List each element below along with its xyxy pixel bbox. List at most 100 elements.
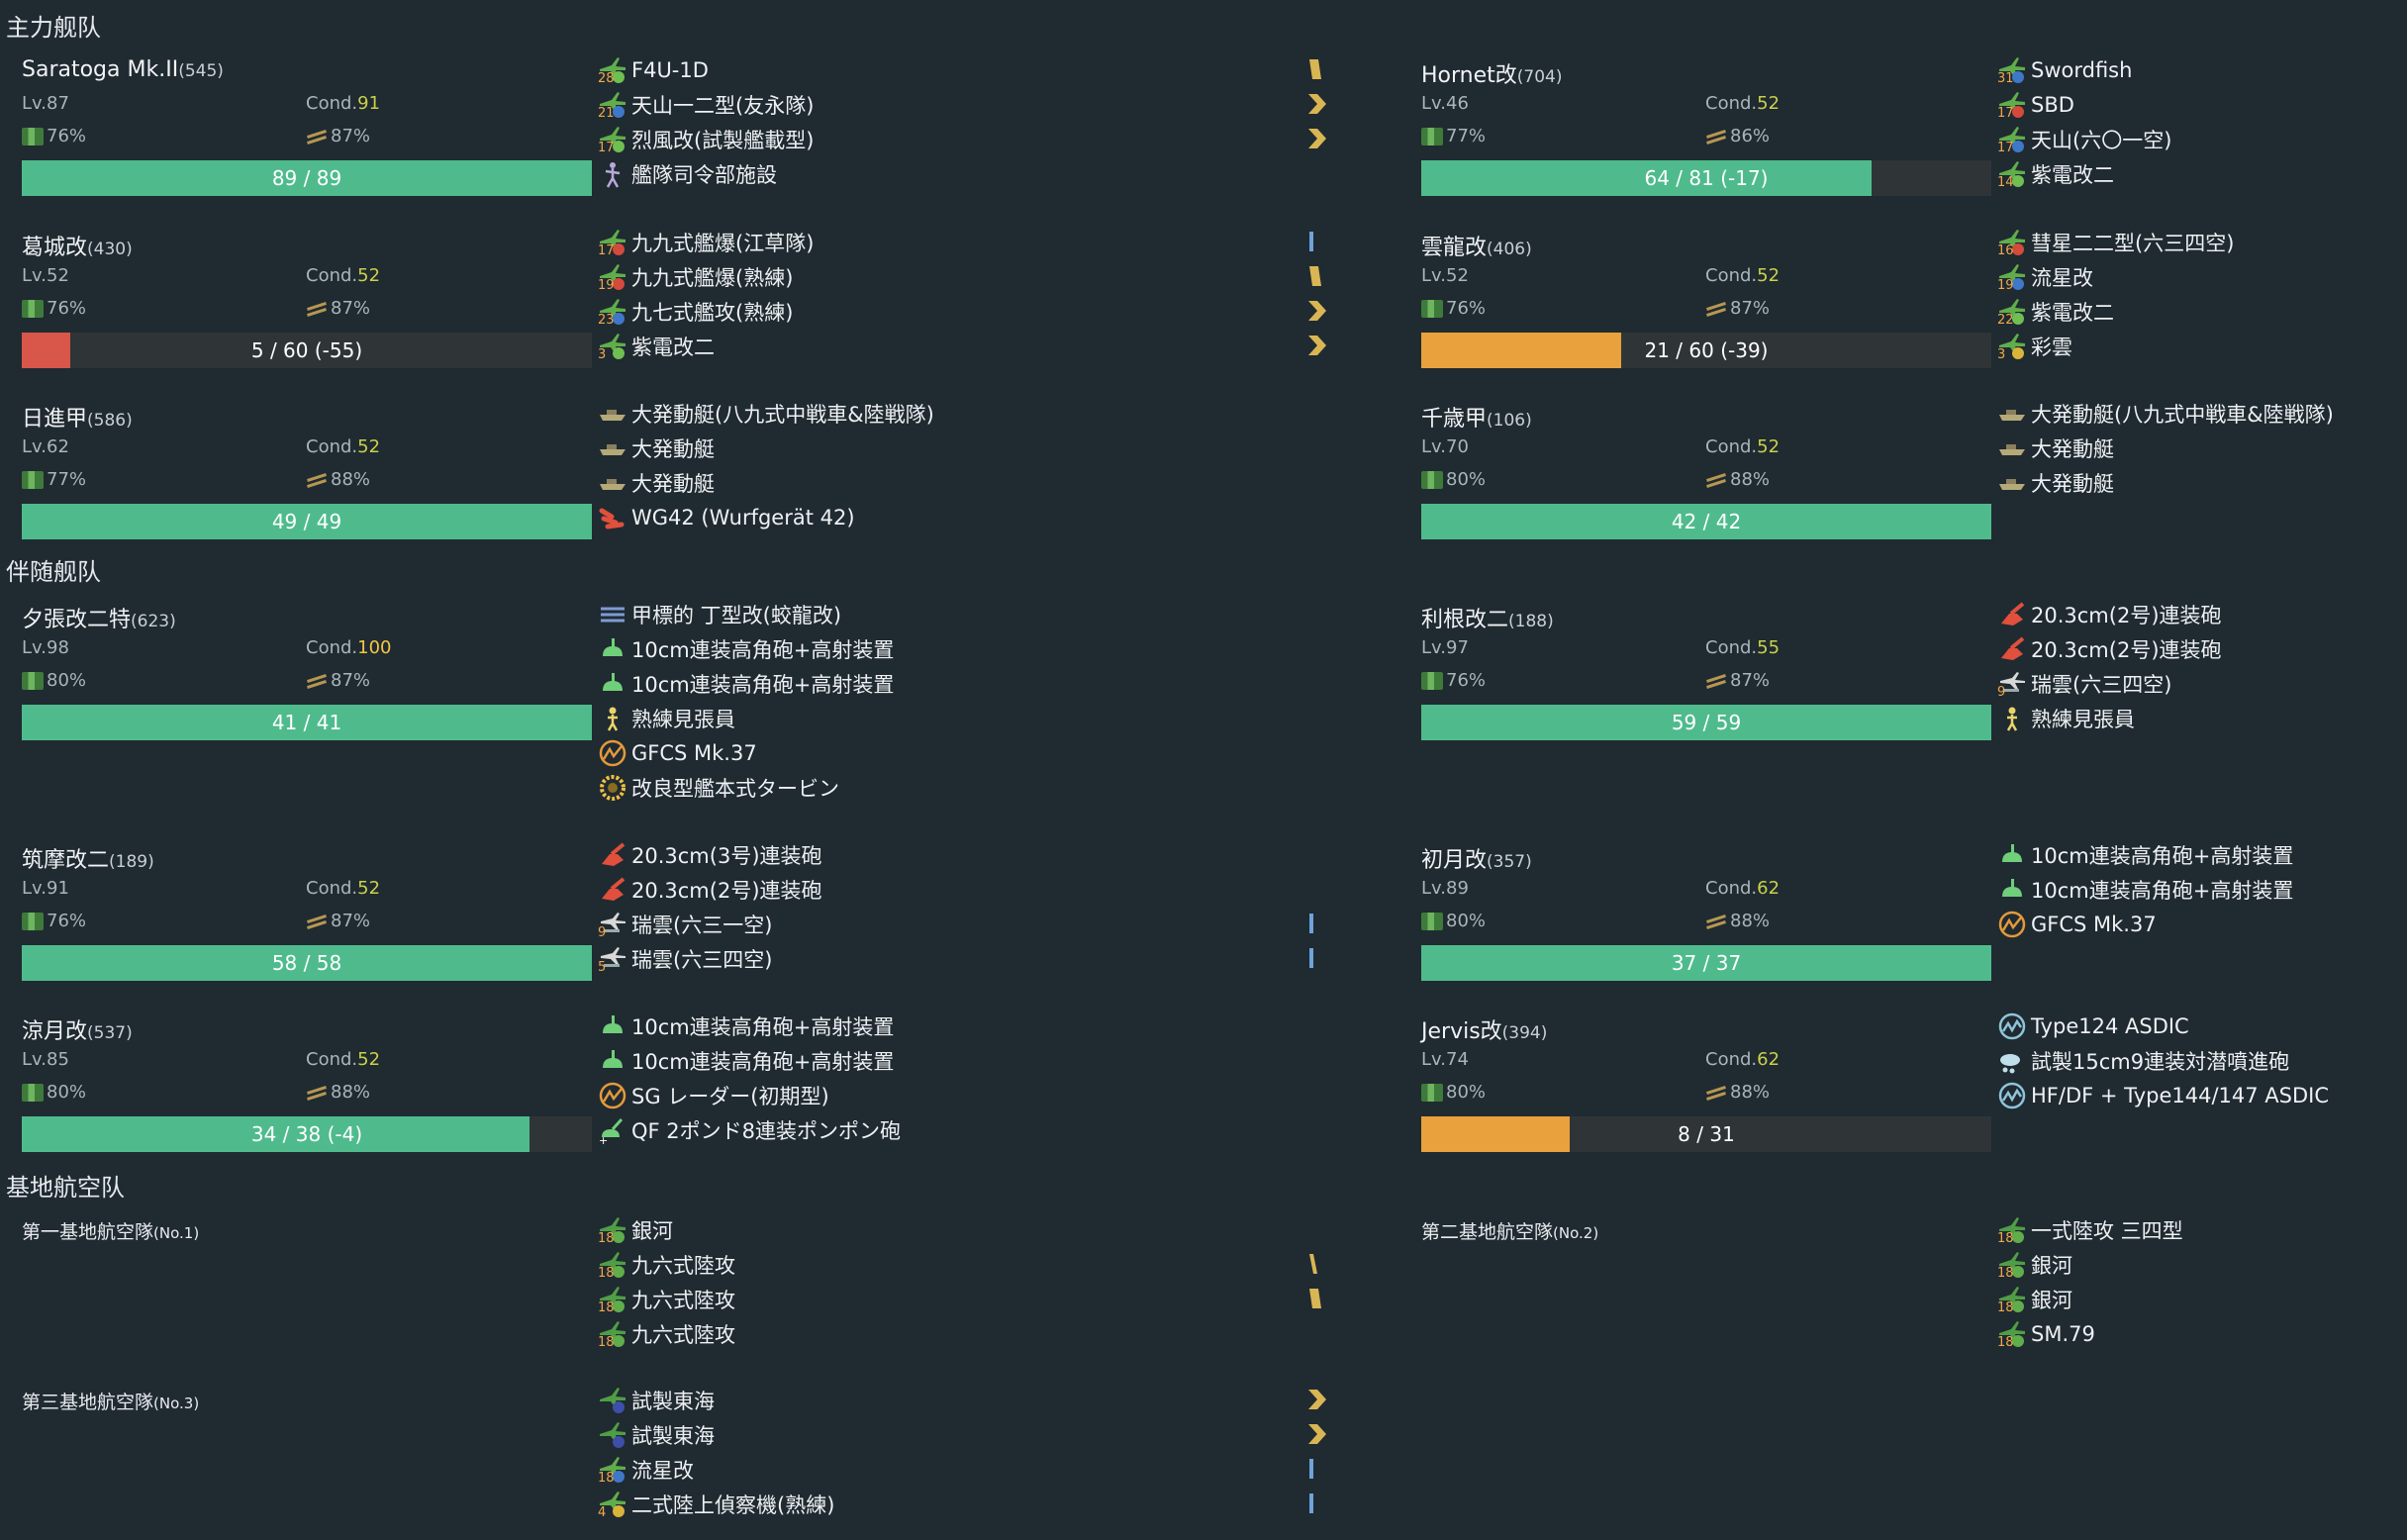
equip-name: 10cm連装高角砲+高射装置 (631, 1050, 895, 1074)
equip-slot[interactable]: GFCS Mk.37 (1997, 908, 2157, 941)
ship-name[interactable]: 夕張改二特(623) (22, 602, 176, 633)
fuel-icon (1421, 127, 1443, 145)
equip-slot[interactable]: 21 天山一二型(友永隊) (598, 88, 814, 122)
land-bomber-icon: 18 (598, 1250, 627, 1280)
ammo-icon (1705, 300, 1727, 318)
equip-name: 10cm連装高角砲+高射装置 (2031, 844, 2294, 868)
equip-slot[interactable]: 18 九六式陸攻 (598, 1248, 735, 1282)
equip-slot[interactable]: 18 一式陸攻 三四型 (1997, 1213, 2183, 1247)
equip-slot[interactable]: 艦隊司令部施設 (598, 157, 777, 191)
equip-slot[interactable]: 改良型艦本式タービン (598, 771, 839, 805)
equip-slot[interactable]: 大発動艇 (598, 466, 715, 500)
ship-name[interactable]: Saratoga Mk.II(545) (22, 57, 224, 82)
equip-slot[interactable]: WG42 (Wurfgerät 42) (598, 501, 855, 534)
base-air-corps-name[interactable]: 第三基地航空隊(No.3) (22, 1388, 199, 1414)
aircraft-count: 28 (598, 71, 615, 86)
ammo-status: 87% (306, 911, 370, 931)
ship-name[interactable]: 利根改二(188) (1421, 602, 1554, 633)
aircraft-count: 23 (598, 313, 615, 328)
equip-slot[interactable]: 4 二式陸上偵察機(熟練) (598, 1488, 834, 1521)
equip-slot[interactable]: 14 紫電改二 (1997, 157, 2114, 191)
equip-slot[interactable]: 17 SBD (1997, 88, 2074, 122)
equip-name: WG42 (Wurfgerät 42) (631, 506, 855, 529)
base-air-corps-name[interactable]: 第二基地航空隊(No.2) (1421, 1217, 1598, 1244)
equip-slot[interactable]: 10cm連装高角砲+高射装置 (1997, 873, 2293, 907)
ammo-icon (306, 128, 328, 145)
equip-slot[interactable]: SG レーダー(初期型) (598, 1079, 829, 1112)
equip-name: 10cm連装高角砲+高射装置 (2031, 879, 2294, 903)
equip-slot[interactable]: 試製東海 (598, 1384, 715, 1417)
equip-slot[interactable]: HF/DF + Type144/147 ASDIC (1997, 1079, 2329, 1112)
aircraft-count: 19 (598, 278, 615, 293)
equip-slot[interactable]: 22 紫電改二 (1997, 295, 2114, 329)
equip-slot[interactable]: + QF 2ポンド8連装ポンポン砲 (598, 1113, 901, 1147)
equip-slot[interactable]: 甲標的 丁型改(蛟龍改) (598, 598, 841, 631)
equip-slot[interactable]: 大発動艇 (1997, 466, 2114, 500)
equip-slot[interactable]: 20.3cm(2号)連装砲 (1997, 598, 2222, 631)
equip-slot[interactable]: 3 紫電改二 (598, 330, 715, 363)
ship-name[interactable]: 雲龍改(406) (1421, 230, 1532, 261)
equip-slot[interactable]: 18 銀河 (1997, 1248, 2072, 1282)
equip-slot[interactable]: 18 銀河 (1997, 1283, 2072, 1316)
equip-slot[interactable]: 10cm連装高角砲+高射装置 (598, 632, 894, 666)
equip-slot[interactable]: 熟練見張員 (1997, 702, 2135, 735)
equip-slot[interactable]: 10cm連装高角砲+高射装置 (598, 1044, 894, 1078)
equip-slot[interactable]: Type124 ASDIC (1997, 1010, 2189, 1043)
ship-id: (430) (87, 240, 133, 259)
fuel-icon (22, 1083, 44, 1102)
equip-slot[interactable]: 10cm連装高角砲+高射装置 (1997, 838, 2293, 872)
equip-slot[interactable]: 28 F4U-1D (598, 53, 709, 87)
ship-name[interactable]: Hornet改(704) (1421, 57, 1563, 89)
equip-slot[interactable]: 23 九七式艦攻(熟練) (598, 295, 793, 329)
equip-slot[interactable]: 試製15cm9連装対潜噴進砲 (1997, 1044, 2289, 1078)
equip-slot[interactable]: 18 流星改 (598, 1453, 694, 1487)
equip-slot[interactable]: 18 九六式陸攻 (598, 1283, 735, 1316)
ship-name[interactable]: 葛城改(430) (22, 230, 133, 261)
fuel-status: 80% (1421, 1082, 1486, 1103)
equip-slot[interactable]: 大発動艇 (1997, 432, 2114, 465)
ship-name[interactable]: 筑摩改二(189) (22, 842, 154, 874)
equip-slot[interactable]: 17 天山(六〇一空) (1997, 123, 2171, 156)
equip-slot[interactable]: GFCS Mk.37 (598, 736, 757, 770)
equip-slot[interactable]: 31 Swordfish (1997, 53, 2132, 87)
equip-slot[interactable]: 試製東海 (598, 1418, 715, 1452)
equip-slot[interactable]: 3 彩雲 (1997, 330, 2072, 363)
hp-text: 42 / 42 (1671, 510, 1742, 533)
ship-name[interactable]: 日進甲(586) (22, 401, 133, 433)
aircraft-count: 18 (598, 1231, 615, 1246)
equip-slot[interactable]: 熟練見張員 (598, 702, 735, 735)
equip-slot[interactable]: 17 九九式艦爆(江草隊) (598, 226, 814, 259)
equip-slot[interactable]: 大発動艇(八九式中戦車&陸戦隊) (598, 397, 934, 431)
equip-slot[interactable]: 20.3cm(3号)連装砲 (598, 838, 822, 872)
ship-name[interactable]: 千歳甲(106) (1421, 401, 1532, 433)
ship-name[interactable]: 涼月改(537) (22, 1013, 133, 1045)
cond-value: 52 (357, 436, 381, 457)
base-air-corps-name[interactable]: 第一基地航空隊(No.1) (22, 1217, 199, 1244)
equip-slot[interactable]: 16 彗星二二型(六三四空) (1997, 226, 2234, 259)
equip-name: 紫電改二 (631, 336, 715, 359)
ship-name[interactable]: Jervis改(394) (1421, 1013, 1547, 1045)
ammo-status: 88% (306, 1082, 370, 1103)
equip-slot[interactable]: 18 銀河 (598, 1213, 673, 1247)
equip-name: 紫電改二 (2031, 163, 2114, 187)
equip-slot[interactable]: 20.3cm(2号)連装砲 (1997, 632, 2222, 666)
equip-name: 10cm連装高角砲+高射装置 (631, 1015, 895, 1039)
equip-slot[interactable]: 18 九六式陸攻 (598, 1317, 735, 1351)
aircraft-count: 5 (598, 960, 607, 975)
equip-slot[interactable]: 19 流星改 (1997, 260, 2093, 294)
equip-slot[interactable]: 9 瑞雲(六三一空) (598, 908, 772, 941)
equip-slot[interactable]: 9 瑞雲(六三四空) (1997, 667, 2171, 701)
equip-slot[interactable]: 大発動艇 (598, 432, 715, 465)
land-bomber-icon: 18 (1997, 1215, 2027, 1245)
equip-slot[interactable]: 5 瑞雲(六三四空) (598, 942, 772, 976)
equip-slot[interactable]: 19 九九式艦爆(熟練) (598, 260, 793, 294)
ship-id: (106) (1487, 411, 1532, 431)
equip-name: HF/DF + Type144/147 ASDIC (2031, 1084, 2330, 1107)
equip-slot[interactable]: 10cm連装高角砲+高射装置 (598, 1010, 894, 1043)
equip-slot[interactable]: 10cm連装高角砲+高射装置 (598, 667, 894, 701)
equip-slot[interactable]: 18 SM.79 (1997, 1317, 2095, 1351)
equip-slot[interactable]: 17 烈風改(試製艦載型) (598, 123, 814, 156)
equip-slot[interactable]: 大発動艇(八九式中戦車&陸戦隊) (1997, 397, 2334, 431)
ship-name[interactable]: 初月改(357) (1421, 842, 1532, 874)
equip-slot[interactable]: 20.3cm(2号)連装砲 (598, 873, 822, 907)
